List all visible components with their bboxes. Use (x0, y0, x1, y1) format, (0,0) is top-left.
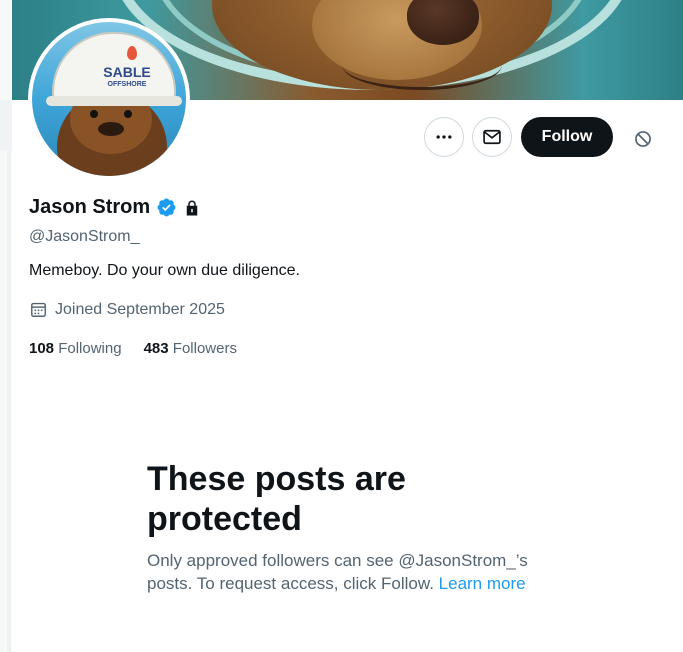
name-row: Jason Strom (29, 196, 201, 219)
followers-label: Followers (172, 340, 237, 357)
lock-icon (186, 200, 198, 215)
helmet-text-line1: SABLE (103, 64, 151, 80)
protected-title: These posts are protected (147, 460, 406, 538)
following-count: 108 (29, 340, 55, 357)
block-button[interactable] (630, 126, 656, 152)
joined-label: Joined September 2025 (55, 300, 225, 318)
more-icon (436, 135, 452, 139)
learn-more-link[interactable]: Learn more (439, 574, 526, 593)
calendar-icon (31, 302, 46, 317)
verified-badge-icon[interactable] (156, 197, 177, 218)
protected-notice: These posts are protected Only approved … (147, 459, 567, 595)
envelope-icon (483, 129, 501, 145)
protected-body: Only approved followers can see @JasonSt… (147, 549, 567, 595)
follow-button[interactable]: Follow (521, 117, 613, 157)
flame-icon (127, 46, 137, 60)
helmet-text-line2: OFFSHORE (107, 81, 147, 88)
block-icon (635, 131, 651, 147)
joined-date: Joined September 2025 (29, 300, 225, 319)
more-button[interactable] (424, 117, 464, 157)
followers-count: 483 (143, 340, 169, 357)
user-handle: @JasonStrom_ (29, 228, 140, 245)
following-label: Following (58, 340, 122, 357)
followers-link[interactable]: 483 Followers (144, 340, 237, 357)
avatar[interactable]: SABLE OFFSHORE (28, 18, 190, 180)
profile-stats: 108 Following 483 Followers (29, 340, 259, 357)
display-name: Jason Strom (29, 196, 151, 218)
gutter-block (0, 100, 12, 150)
column-border (7, 150, 11, 652)
following-link[interactable]: 108 Following (29, 340, 122, 357)
message-button[interactable] (472, 117, 512, 157)
bio: Memeboy. Do your own due diligence. (29, 262, 300, 279)
